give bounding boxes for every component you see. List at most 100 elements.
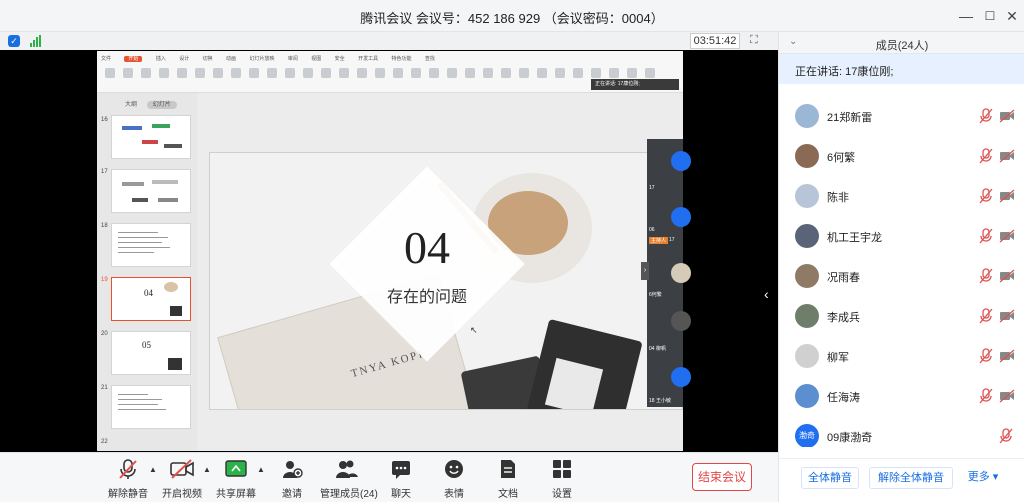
unmute-button[interactable]: 解除静音 [106, 457, 150, 500]
members-icon [320, 457, 372, 481]
camera-off-icon[interactable] [999, 109, 1015, 123]
thumbnail-number: 19 [101, 277, 108, 283]
tab-outline: 大纲 [125, 102, 138, 108]
mic-muted-icon[interactable] [979, 348, 993, 364]
collapse-panel-icon[interactable]: ‹ [764, 286, 769, 302]
signal-strength-icon[interactable] [30, 35, 42, 47]
member-row[interactable]: 李成兵 [779, 296, 1024, 336]
thumbnail-number: 17 [101, 169, 108, 175]
member-name: 李成兵 [827, 312, 860, 324]
manage-members-button[interactable]: 管理成员(24) [320, 457, 378, 500]
mic-muted-icon[interactable] [979, 188, 993, 204]
avatar [795, 104, 819, 128]
video-tile-label: 17 [649, 185, 655, 191]
documents-button[interactable]: 文档 [494, 457, 522, 500]
video-tile-avatar[interactable] [671, 311, 691, 331]
close-button[interactable]: ✕ [1000, 4, 1024, 28]
share-screen-button[interactable]: 共享屏幕 [214, 457, 258, 500]
video-tiles-strip: 17 06 主持人 17 6何繁 04 柳帆 18 王小敏 [647, 139, 691, 407]
camera-off-icon[interactable] [999, 189, 1015, 203]
ribbon-tab: 设计 [179, 56, 190, 62]
manage-members-label: 管理成员(24) [320, 489, 378, 500]
reactions-button[interactable]: 表情 [440, 457, 468, 500]
member-row[interactable]: 柳军 [779, 336, 1024, 376]
ribbon-tab: 幻灯片放映 [249, 56, 275, 62]
camera-off-icon [160, 457, 204, 481]
thumbnail-slide-21 [111, 385, 191, 429]
ribbon-tabs: 文件 开始 插入 设计 切换 动画 幻灯片放映 审阅 视图 安全 开发工具 特色… [101, 55, 447, 62]
thumbnail-slide-18 [111, 223, 191, 267]
chevron-up-icon[interactable]: ▲ [257, 465, 265, 474]
ribbon-tab: 开发工具 [358, 56, 379, 62]
member-row[interactable]: 况雨春 [779, 256, 1024, 296]
thumbnail-slide-20: 05 [111, 331, 191, 375]
video-tile-avatar[interactable] [671, 263, 691, 283]
camera-off-icon[interactable] [999, 269, 1015, 283]
ribbon-tab: 审阅 [287, 56, 298, 62]
chevron-up-icon[interactable]: ▲ [203, 465, 211, 474]
mic-muted-icon[interactable] [979, 388, 993, 404]
start-video-label: 开启视频 [162, 489, 202, 500]
ribbon-tab: 视图 [311, 56, 322, 62]
member-name: 6何繁 [827, 152, 856, 164]
speaking-indicator: 正在讲话: 17康位刚; [779, 54, 1024, 84]
unmute-all-button[interactable]: 解除全体静音 [869, 467, 953, 489]
maximize-button[interactable]: ☐ [978, 4, 1002, 28]
minimize-button[interactable]: — [954, 4, 978, 28]
member-name: 任海涛 [827, 392, 860, 404]
mute-all-button[interactable]: 全体静音 [801, 467, 859, 489]
video-tile-avatar[interactable] [671, 151, 691, 171]
expand-videos-icon[interactable]: › [641, 262, 649, 280]
avatar [795, 384, 819, 408]
chat-button[interactable]: 聊天 [387, 457, 415, 500]
shared-screen: 文件 开始 插入 设计 切换 动画 幻灯片放映 审阅 视图 安全 开发工具 特色… [97, 51, 683, 451]
slide-number-title: 04 [404, 222, 450, 273]
settings-button[interactable]: 设置 [548, 457, 576, 500]
thumbnail-slide-17 [111, 169, 191, 213]
video-tile-avatar[interactable] [671, 207, 691, 227]
thumbnail-number: 20 [101, 331, 108, 337]
settings-label: 设置 [552, 489, 572, 500]
ribbon-tab: 文件 [101, 56, 112, 62]
member-row[interactable]: 渤奇 09康渤奇 [779, 416, 1024, 447]
presentation-ribbon: 文件 开始 插入 设计 切换 动画 幻灯片放映 审阅 视图 安全 开发工具 特色… [97, 51, 683, 93]
thumbnail-title: 04 [144, 288, 153, 298]
video-tile-avatar[interactable] [671, 367, 691, 387]
camera-off-icon[interactable] [999, 149, 1015, 163]
thumbnail-slide-19[interactable]: 04 [111, 277, 191, 321]
camera-off-icon[interactable] [999, 309, 1015, 323]
camera-off-icon[interactable] [999, 389, 1015, 403]
member-row[interactable]: 21郑新雷 [779, 96, 1024, 136]
invite-button[interactable]: 邀请 [276, 457, 308, 500]
mic-muted-icon[interactable] [979, 308, 993, 324]
member-row[interactable]: 机工王宇龙 [779, 216, 1024, 256]
avatar [795, 264, 819, 288]
camera-off-icon[interactable] [999, 349, 1015, 363]
emoji-icon [440, 457, 468, 481]
mic-muted-icon[interactable] [979, 228, 993, 244]
avatar [795, 184, 819, 208]
meeting-toolbar: 解除静音 ▲ 开启视频 ▲ 共享屏幕 ▲ 邀请 管理成员(24) 聊天 表情 文… [0, 452, 778, 502]
avatar [795, 304, 819, 328]
camera-off-icon[interactable] [999, 229, 1015, 243]
more-button[interactable]: 更多 ▾ [961, 467, 1005, 489]
chevron-up-icon[interactable]: ▲ [149, 465, 157, 474]
end-meeting-button[interactable]: 结束会议 [692, 463, 752, 491]
member-row[interactable]: 6何繁 [779, 136, 1024, 176]
mic-muted-icon[interactable] [979, 268, 993, 284]
chat-label: 聊天 [391, 489, 411, 500]
share-screen-label: 共享屏幕 [216, 489, 256, 500]
mic-muted-icon[interactable] [979, 148, 993, 164]
members-list: 21郑新雷 6何繁 陈非 机工王宇龙 况雨春 李成兵 柳军 任海涛 渤奇 09康… [779, 84, 1024, 447]
host-tag: 主持人 [649, 237, 669, 244]
mic-muted-icon[interactable] [999, 428, 1013, 444]
share-screen-icon [214, 457, 258, 481]
member-row[interactable]: 陈非 [779, 176, 1024, 216]
start-video-button[interactable]: 开启视频 [160, 457, 204, 500]
invite-label: 邀请 [282, 489, 302, 500]
mic-muted-icon[interactable] [979, 108, 993, 124]
security-shield-icon[interactable]: ✓ [8, 35, 20, 47]
meeting-top-strip: ✓ 03:51:42 ⛶ [0, 32, 778, 50]
fullscreen-icon[interactable]: ⛶ [750, 34, 764, 48]
member-row[interactable]: 任海涛 [779, 376, 1024, 416]
